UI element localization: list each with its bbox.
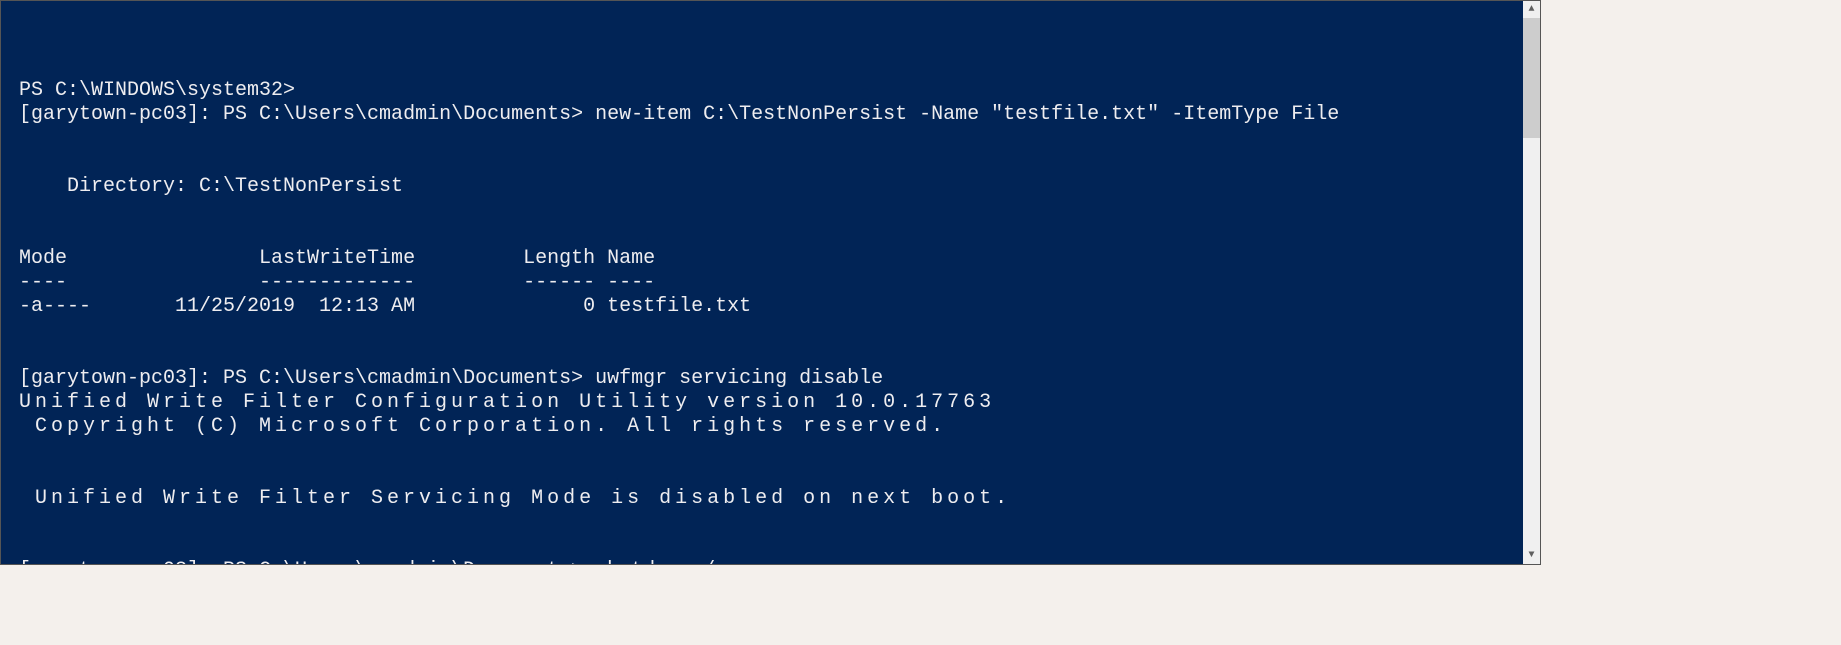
terminal-line: [garytown-pc03]: PS C:\Users\cmadmin\Doc… (19, 103, 1540, 127)
terminal-line: [garytown-pc03]: PS C:\Users\cmadmin\Doc… (19, 367, 1540, 391)
terminal-line: U n i f i e d W r i t e F i l t e r S e … (19, 487, 1540, 511)
terminal-line (19, 463, 1540, 487)
terminal-line (19, 199, 1540, 223)
terminal-line: Directory: C:\TestNonPersist (19, 175, 1540, 199)
terminal-line (19, 535, 1540, 559)
terminal-line: [garytown-pc03]: PS C:\Users\cmadmin\Doc… (19, 559, 1540, 565)
terminal-line: C o p y r i g h t ( C ) M i c r o s o f … (19, 415, 1540, 439)
terminal-line (19, 151, 1540, 175)
terminal-line (19, 127, 1540, 151)
scroll-up-arrow[interactable]: ▲ (1523, 1, 1540, 18)
terminal-line: ---- ------------- ------ ---- (19, 271, 1540, 295)
terminal-line (19, 511, 1540, 535)
chevron-down-icon: ▼ (1528, 544, 1534, 566)
terminal-line: Mode LastWriteTime Length Name (19, 247, 1540, 271)
terminal-line: U n i f i e d W r i t e F i l t e r C o … (19, 391, 1540, 415)
terminal-line: -a---- 11/25/2019 12:13 AM 0 testfile.tx… (19, 295, 1540, 319)
terminal-line (19, 439, 1540, 463)
terminal-line: PS C:\WINDOWS\system32> (19, 79, 1540, 103)
scroll-down-arrow[interactable]: ▼ (1523, 547, 1540, 564)
terminal-scrollbar[interactable]: ▲ ▼ (1523, 1, 1540, 564)
terminal-line (19, 343, 1540, 367)
terminal-line (19, 223, 1540, 247)
powershell-terminal[interactable]: ▲ ▼ PS C:\WINDOWS\system32>[garytown-pc0… (0, 0, 1541, 565)
scroll-thumb[interactable] (1523, 18, 1540, 138)
terminal-line (19, 319, 1540, 343)
